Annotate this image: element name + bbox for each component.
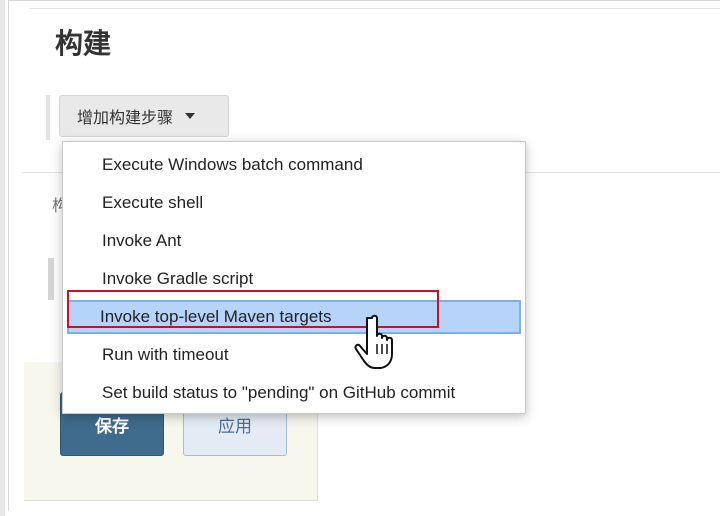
page-title: 构建 xyxy=(55,27,112,60)
left-edge-rule xyxy=(0,0,5,516)
post-build-button-partial[interactable] xyxy=(48,258,54,300)
add-build-step-button[interactable]: 增加构建步骤 xyxy=(59,95,229,137)
menu-item-invoke-gradle[interactable]: Invoke Gradle script xyxy=(67,260,521,298)
menu-item-set-github-status[interactable]: Set build status to "pending" on GitHub … xyxy=(67,374,521,412)
menu-item-execute-windows-batch[interactable]: Execute Windows batch command xyxy=(67,146,521,184)
menu-item-run-with-timeout[interactable]: Run with timeout xyxy=(67,336,521,374)
menu-item-invoke-maven[interactable]: Invoke top-level Maven targets xyxy=(67,300,521,334)
build-step-dropdown: Execute Windows batch command Execute sh… xyxy=(62,141,526,414)
section-top-divider xyxy=(30,8,720,9)
menu-item-execute-shell[interactable]: Execute shell xyxy=(67,184,521,222)
add-build-step-label: 增加构建步骤 xyxy=(77,108,174,127)
menu-item-invoke-ant[interactable]: Invoke Ant xyxy=(67,222,521,260)
caret-down-icon xyxy=(185,113,196,119)
add-step-gutter xyxy=(46,95,50,140)
